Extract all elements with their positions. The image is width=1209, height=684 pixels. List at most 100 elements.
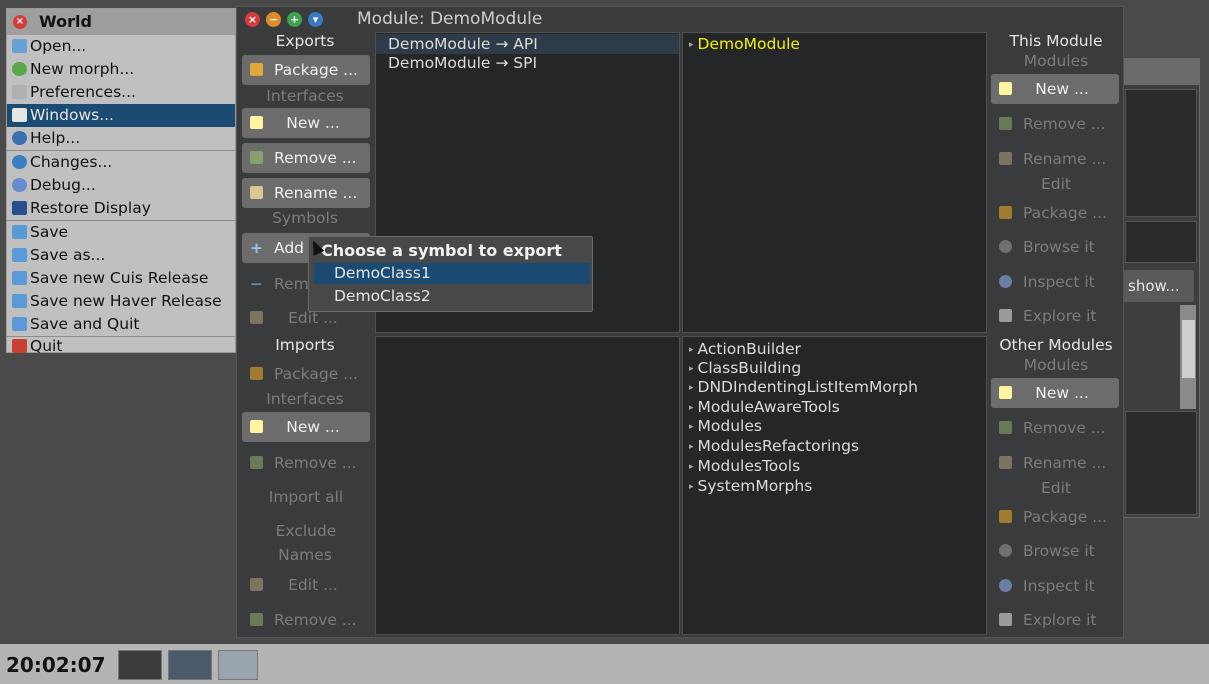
this-module-modules-label: Modules bbox=[1023, 52, 1089, 70]
imports-new-interface-button[interactable]: New ... bbox=[242, 412, 370, 442]
other-modules-rename-button[interactable]: Rename ... bbox=[991, 448, 1119, 478]
menu-item-new-morph[interactable]: New morph... bbox=[7, 58, 235, 81]
menu-item-open[interactable]: Open... bbox=[7, 35, 235, 58]
this-module-inspect-button[interactable]: Inspect it bbox=[991, 267, 1119, 297]
trash-icon bbox=[250, 151, 263, 164]
collapse-icon[interactable]: − bbox=[266, 12, 281, 27]
list-item[interactable]: ▸ DNDIndentingListItemMorph bbox=[689, 378, 918, 396]
module-window: Module: DemoModule × − + ▾ Exports Packa… bbox=[236, 6, 1124, 638]
other-modules-remove-button[interactable]: Remove ... bbox=[991, 413, 1119, 443]
popup-option[interactable]: DemoClass1 bbox=[314, 263, 590, 284]
list-item[interactable]: DemoModule → API bbox=[388, 35, 538, 53]
menu-item-preferences[interactable]: Preferences... bbox=[7, 81, 235, 104]
other-modules-new-button[interactable]: New ... bbox=[991, 378, 1119, 408]
this-module-explore-button[interactable]: Explore it bbox=[991, 301, 1119, 331]
menu-item-save[interactable]: Save bbox=[7, 221, 235, 244]
close-icon[interactable]: × bbox=[245, 12, 260, 27]
exports-remove-interface-button[interactable]: Remove ... bbox=[242, 143, 370, 173]
exports-header: Exports bbox=[275, 32, 335, 50]
imports-interfaces-list[interactable] bbox=[375, 336, 680, 635]
list-item[interactable]: ▸ SystemMorphs bbox=[689, 477, 812, 495]
window-thumbnail[interactable] bbox=[218, 650, 258, 680]
this-module-new-button[interactable]: New ... bbox=[991, 74, 1119, 104]
other-modules-explore-button[interactable]: Explore it bbox=[991, 605, 1119, 635]
minus-icon: − bbox=[250, 275, 263, 293]
imports-remove-names-button[interactable]: Remove ... bbox=[242, 605, 370, 635]
list-item[interactable]: ▸ ActionBuilder bbox=[689, 340, 801, 358]
list-item[interactable]: ▸ ModulesTools bbox=[689, 457, 800, 475]
show-button[interactable]: show... bbox=[1122, 270, 1194, 302]
menu-item-restore-display[interactable]: Restore Display bbox=[7, 197, 235, 220]
other-modules-package-button[interactable]: Package ... bbox=[991, 502, 1119, 532]
browse-icon bbox=[999, 544, 1012, 557]
windows-icon bbox=[12, 108, 27, 122]
menu-item-quit[interactable]: Quit bbox=[7, 335, 235, 358]
this-module-rename-button[interactable]: Rename ... bbox=[991, 144, 1119, 174]
list-item[interactable]: ▸ ModuleAwareTools bbox=[689, 398, 840, 416]
this-module-remove-button[interactable]: Remove ... bbox=[991, 109, 1119, 139]
display-icon bbox=[12, 201, 27, 215]
window-thumbnail[interactable] bbox=[168, 650, 212, 680]
menu-icon[interactable]: ▾ bbox=[308, 12, 323, 27]
other-modules-inspect-button[interactable]: Inspect it bbox=[991, 571, 1119, 601]
expand-icon[interactable]: + bbox=[287, 12, 302, 27]
package-icon bbox=[999, 510, 1012, 523]
save-release-icon bbox=[12, 294, 27, 308]
trash-icon bbox=[999, 421, 1012, 434]
imports-names-label: Names bbox=[278, 546, 332, 564]
other-modules-header: Other Modules bbox=[999, 336, 1113, 354]
list-item[interactable]: ▸ ModulesRefactorings bbox=[689, 437, 859, 455]
expand-triangle-icon: ▸ bbox=[689, 462, 694, 472]
quit-icon bbox=[12, 339, 27, 353]
trash-icon bbox=[999, 117, 1012, 130]
background-pane bbox=[1125, 221, 1197, 263]
morph-icon bbox=[12, 62, 27, 76]
menu-item-save-and-quit[interactable]: Save and Quit bbox=[7, 313, 235, 336]
menu-item-changes[interactable]: Changes... bbox=[7, 151, 235, 174]
imports-edit-names-button[interactable]: Edit ... bbox=[242, 570, 370, 600]
taskbar: 20:02:07 bbox=[0, 644, 1209, 684]
package-icon bbox=[999, 206, 1012, 219]
popup-title: Choose a symbol to export bbox=[321, 241, 562, 260]
imports-interfaces-label: Interfaces bbox=[266, 390, 344, 408]
exports-rename-interface-button[interactable]: Rename ... bbox=[242, 178, 370, 208]
background-window-titlebar[interactable] bbox=[1119, 59, 1199, 85]
menu-item-windows[interactable]: Windows... bbox=[7, 104, 235, 127]
background-pane bbox=[1125, 89, 1197, 217]
other-modules-browse-button[interactable]: Browse it bbox=[991, 536, 1119, 566]
window-thumbnail[interactable] bbox=[118, 650, 162, 680]
menu-item-save-haver-release[interactable]: Save new Haver Release bbox=[7, 290, 235, 313]
menu-item-debug[interactable]: Debug... bbox=[7, 174, 235, 197]
window-title[interactable]: Module: DemoModule bbox=[237, 7, 1123, 31]
imports-remove-interface-button[interactable]: Remove ... bbox=[242, 448, 370, 478]
imports-import-all-button[interactable]: Import all bbox=[242, 482, 370, 512]
imports-package-button[interactable]: Package ... bbox=[242, 359, 370, 389]
this-module-browse-button[interactable]: Browse it bbox=[991, 232, 1119, 262]
popup-option[interactable]: DemoClass2 bbox=[314, 286, 590, 307]
list-item[interactable]: ▸ ClassBuilding bbox=[689, 359, 801, 377]
this-module-list[interactable]: ▸ DemoModule bbox=[682, 32, 987, 333]
folder-icon bbox=[12, 39, 27, 53]
close-icon[interactable]: × bbox=[13, 15, 27, 29]
list-item[interactable]: DemoModule → SPI bbox=[388, 54, 537, 72]
scrollbar-thumb[interactable] bbox=[1182, 320, 1195, 378]
other-modules-edit-label: Edit bbox=[1040, 479, 1072, 497]
list-item[interactable]: ▸ DemoModule bbox=[689, 35, 800, 53]
menu-item-save-as[interactable]: Save as... bbox=[7, 244, 235, 267]
help-icon bbox=[12, 131, 27, 145]
menu-item-help[interactable]: Help... bbox=[7, 127, 235, 150]
debug-icon bbox=[12, 178, 27, 192]
this-module-package-button[interactable]: Package ... bbox=[991, 198, 1119, 228]
explore-icon bbox=[999, 613, 1012, 626]
exports-package-button[interactable]: Package ... bbox=[242, 55, 370, 85]
save-as-icon bbox=[12, 248, 27, 262]
menu-item-save-cuis-release[interactable]: Save new Cuis Release bbox=[7, 267, 235, 290]
expand-triangle-icon: ▸ bbox=[689, 442, 694, 452]
browse-icon bbox=[999, 240, 1012, 253]
exports-new-interface-button[interactable]: New ... bbox=[242, 108, 370, 138]
package-icon bbox=[250, 367, 263, 380]
imports-exclude-button[interactable]: Exclude bbox=[242, 516, 370, 546]
list-item[interactable]: ▸ Modules bbox=[689, 417, 762, 435]
other-modules-list[interactable]: ▸ ActionBuilder ▸ ClassBuilding ▸ DNDIndent… bbox=[682, 336, 987, 635]
expand-triangle-icon: ▸ bbox=[689, 345, 694, 355]
